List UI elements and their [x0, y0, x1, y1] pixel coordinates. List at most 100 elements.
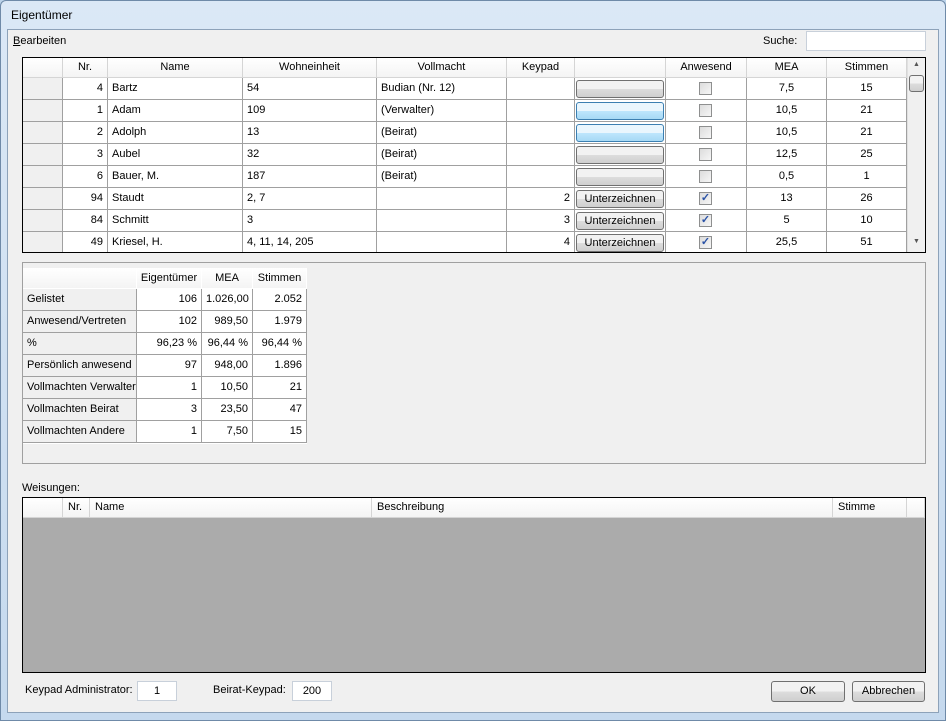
action-cell: Unterzeichnen: [575, 232, 666, 252]
checkbox-checked[interactable]: ✓: [699, 236, 712, 249]
weisungen-grid: Nr. Name Beschreibung Stimme: [22, 497, 926, 673]
checkbox-unchecked[interactable]: [699, 82, 712, 95]
column-header-action[interactable]: [575, 58, 666, 78]
cell-nr: 84: [63, 210, 108, 232]
summary-value: 989,50: [202, 311, 253, 333]
scrollbar-thumb[interactable]: [909, 75, 924, 92]
checkbox-unchecked[interactable]: [699, 170, 712, 183]
weisungen-label: Weisungen:: [22, 482, 80, 494]
column-header-name[interactable]: Name: [90, 498, 372, 518]
sign-button[interactable]: [576, 80, 664, 98]
beirat-keypad-input[interactable]: [292, 681, 332, 701]
cell-nr: 4: [63, 78, 108, 100]
ok-button[interactable]: OK: [771, 681, 845, 702]
summary-label: Vollmachten Verwalter: [23, 377, 137, 399]
present-cell: [666, 122, 747, 144]
summary-header: [23, 268, 137, 289]
keypad-admin-label: Keypad Administrator:: [25, 684, 133, 696]
cell-keypad: [507, 144, 575, 166]
cell-keypad: [507, 122, 575, 144]
action-cell: Unterzeichnen: [575, 188, 666, 210]
column-header-wohneinheit[interactable]: Wohneinheit: [243, 58, 377, 78]
row-header[interactable]: [23, 188, 63, 210]
sign-button[interactable]: Unterzeichnen: [576, 190, 664, 208]
sign-button[interactable]: [576, 124, 664, 142]
action-cell: [575, 166, 666, 188]
cell-stimmen: 26: [827, 188, 907, 210]
column-header-anwesend[interactable]: Anwesend: [666, 58, 747, 78]
menu-label: earbeiten: [20, 35, 67, 47]
cell-nr: 94: [63, 188, 108, 210]
cell-mea: 5: [747, 210, 827, 232]
vertical-scrollbar[interactable]: ▲ ▼: [907, 58, 925, 252]
row-header[interactable]: [23, 232, 63, 252]
cell-wohneinheit: 4, 11, 14, 205: [243, 232, 377, 252]
summary-header: MEA: [202, 268, 253, 289]
row-header[interactable]: [23, 144, 63, 166]
column-header-beschreibung[interactable]: Beschreibung: [372, 498, 833, 518]
sign-button[interactable]: [576, 168, 664, 186]
summary-value: 106: [137, 289, 202, 311]
row-header[interactable]: [23, 166, 63, 188]
summary-value: 1.026,00: [202, 289, 253, 311]
summary-value: 23,50: [202, 399, 253, 421]
owners-grid: Nr. Name Wohneinheit Vollmacht Keypad Anwesen…: [22, 57, 926, 253]
summary-value: 2.052: [253, 289, 307, 311]
sign-button[interactable]: Unterzeichnen: [576, 234, 664, 252]
cell-vollmacht: [377, 210, 507, 232]
row-header[interactable]: [23, 122, 63, 144]
cell-mea: 7,5: [747, 78, 827, 100]
column-header-stimmen[interactable]: Stimmen: [827, 58, 907, 78]
action-cell: [575, 122, 666, 144]
summary-value: 15: [253, 421, 307, 443]
checkbox-unchecked[interactable]: [699, 126, 712, 139]
sign-button[interactable]: Unterzeichnen: [576, 212, 664, 230]
checkbox-checked[interactable]: ✓: [699, 192, 712, 205]
column-header-nr[interactable]: Nr.: [63, 498, 90, 518]
cell-nr: 2: [63, 122, 108, 144]
checkbox-checked[interactable]: ✓: [699, 214, 712, 227]
summary-value: 96,23 %: [137, 333, 202, 355]
checkbox-unchecked[interactable]: [699, 104, 712, 117]
summary-value: 96,44 %: [202, 333, 253, 355]
column-header-name[interactable]: Name: [108, 58, 243, 78]
column-header-nr[interactable]: Nr.: [63, 58, 108, 78]
search-input[interactable]: [806, 31, 926, 51]
column-header-stimme[interactable]: Stimme: [833, 498, 907, 518]
cell-mea: 12,5: [747, 144, 827, 166]
cell-keypad: [507, 100, 575, 122]
summary-label: %: [23, 333, 137, 355]
cell-nr: 49: [63, 232, 108, 252]
column-header-keypad[interactable]: Keypad: [507, 58, 575, 78]
keypad-admin-input[interactable]: [137, 681, 177, 701]
checkbox-unchecked[interactable]: [699, 148, 712, 161]
column-header-vollmacht[interactable]: Vollmacht: [377, 58, 507, 78]
summary-value: 96,44 %: [253, 333, 307, 355]
row-header[interactable]: [23, 210, 63, 232]
cell-stimmen: 25: [827, 144, 907, 166]
summary-value: 1.979: [253, 311, 307, 333]
summary-header: Eigentümer: [137, 268, 202, 289]
row-header[interactable]: [23, 100, 63, 122]
row-header[interactable]: [23, 78, 63, 100]
beirat-keypad-label: Beirat-Keypad:: [213, 684, 286, 696]
summary-value: 948,00: [202, 355, 253, 377]
cell-mea: 0,5: [747, 166, 827, 188]
summary-value: 47: [253, 399, 307, 421]
menu-bearbeiten[interactable]: Bearbeiten: [13, 35, 66, 47]
scroll-up-arrow-icon[interactable]: ▲: [913, 61, 920, 68]
cell-mea: 13: [747, 188, 827, 210]
sign-button[interactable]: [576, 102, 664, 120]
cell-mea: 25,5: [747, 232, 827, 252]
cancel-button[interactable]: Abbrechen: [852, 681, 925, 702]
cell-vollmacht: Budian (Nr. 12): [377, 78, 507, 100]
present-cell: [666, 78, 747, 100]
present-cell: ✓: [666, 232, 747, 252]
cell-vollmacht: (Beirat): [377, 144, 507, 166]
sign-button[interactable]: [576, 146, 664, 164]
summary-label: Anwesend/Vertreten: [23, 311, 137, 333]
column-header-mea[interactable]: MEA: [747, 58, 827, 78]
summary-value: 1.896: [253, 355, 307, 377]
scroll-down-arrow-icon[interactable]: ▼: [913, 238, 920, 245]
cell-stimmen: 1: [827, 166, 907, 188]
